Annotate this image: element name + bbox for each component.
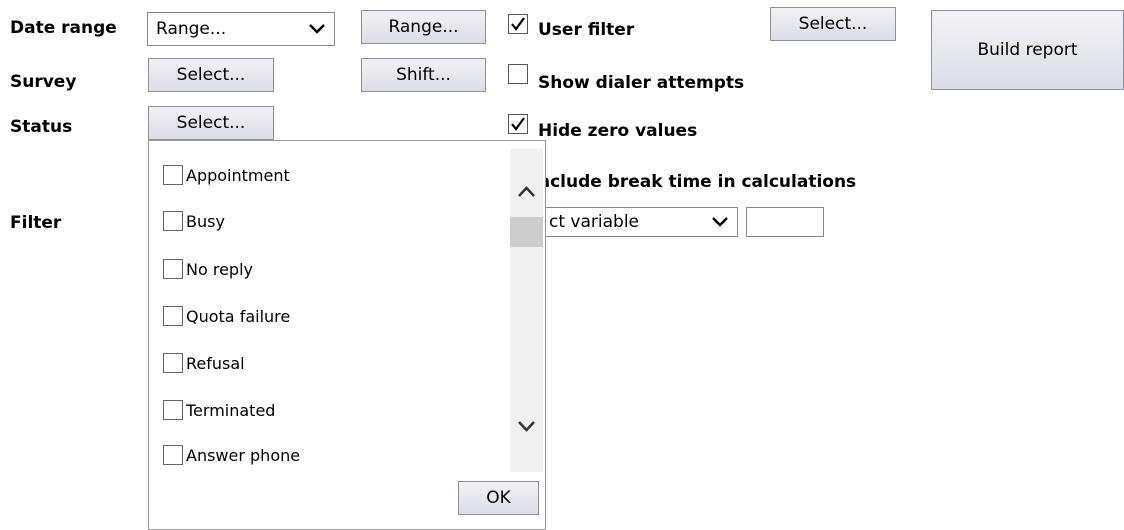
hide-zero-values-label: Hide zero values	[538, 121, 698, 141]
status-select-button[interactable]: Select...	[148, 106, 274, 140]
status-checkbox[interactable]	[163, 211, 183, 231]
status-checkbox[interactable]	[163, 445, 183, 465]
filter-variable-select-value: ct variable	[549, 212, 639, 232]
status-option-label: Answer phone	[186, 445, 301, 465]
status-checkbox[interactable]	[163, 400, 183, 420]
status-option-label: Refusal	[186, 353, 245, 373]
shift-button[interactable]: Shift...	[361, 58, 486, 92]
chevron-down-icon	[309, 24, 325, 34]
status-checkbox[interactable]	[163, 259, 183, 279]
status-list-item[interactable]: Busy	[163, 209, 225, 233]
show-dialer-attempts-checkbox[interactable]	[508, 64, 528, 84]
status-list-item[interactable]: Appointment	[163, 163, 290, 187]
status-checkbox[interactable]	[163, 353, 183, 373]
survey-select-button[interactable]: Select...	[148, 58, 274, 92]
status-option-label: No reply	[186, 259, 253, 279]
checkmark-icon	[511, 117, 525, 131]
date-range-select-value: Range...	[156, 19, 227, 39]
chevron-up-icon[interactable]	[517, 185, 536, 198]
date-range-label: Date range	[10, 18, 117, 38]
survey-label: Survey	[10, 72, 77, 92]
filter-value-input[interactable]	[746, 207, 824, 237]
date-range-select[interactable]: Range...	[147, 12, 335, 46]
status-list-item[interactable]: No reply	[163, 257, 253, 281]
hide-zero-values-checkbox[interactable]	[508, 114, 528, 134]
filter-label: Filter	[10, 213, 62, 233]
status-list-item[interactable]: Quota failure	[163, 304, 290, 328]
status-list-item[interactable]: Terminated	[163, 398, 275, 422]
user-select-button[interactable]: Select...	[770, 7, 896, 41]
status-list-scrollbar[interactable]	[510, 149, 543, 472]
show-dialer-attempts-label: Show dialer attempts	[538, 73, 745, 93]
checkmark-icon	[511, 17, 525, 31]
status-option-label: Appointment	[186, 165, 290, 185]
status-label: Status	[10, 117, 73, 137]
range-button[interactable]: Range...	[361, 10, 486, 44]
status-option-label: Terminated	[186, 400, 276, 420]
include-break-time-label: nclude break time in calculations	[538, 172, 857, 192]
status-checkbox[interactable]	[163, 306, 183, 326]
status-option-label: Quota failure	[186, 306, 291, 326]
user-filter-label: User filter	[538, 20, 635, 40]
status-popup: Appointment Busy No reply Quota failure Refu…	[148, 140, 546, 530]
user-filter-checkbox[interactable]	[508, 14, 528, 34]
build-report-button[interactable]: Build report	[931, 10, 1124, 90]
scrollbar-thumb[interactable]	[510, 217, 543, 247]
chevron-down-icon	[712, 217, 728, 227]
ok-button[interactable]: OK	[458, 481, 539, 515]
status-option-label: Busy	[186, 211, 225, 231]
status-list-item[interactable]: Refusal	[163, 351, 245, 375]
status-checkbox[interactable]	[163, 165, 183, 185]
status-list-item[interactable]: Answer phone	[163, 443, 300, 467]
chevron-down-icon[interactable]	[517, 420, 536, 433]
